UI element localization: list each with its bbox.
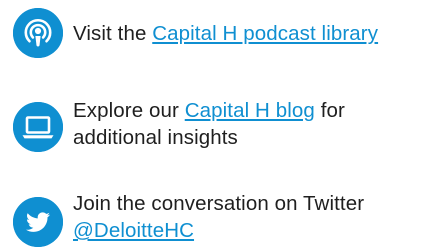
blog-suffix: for — [314, 99, 345, 122]
twitter-line-1: Join the conversation on Twitter — [73, 192, 365, 215]
blog-line-1: Explore our Capital H blog for — [73, 97, 345, 124]
podcast-text: Visit the Capital H podcast library — [73, 20, 378, 47]
twitter-text: Join the conversation on Twitter @Deloit… — [73, 190, 364, 244]
laptop-icon — [13, 102, 63, 152]
podcast-icon — [13, 8, 63, 58]
capital-h-blog-link[interactable]: Capital H blog — [185, 99, 315, 122]
podcast-prefix: Visit the — [73, 22, 153, 45]
podcast-library-link[interactable]: Capital H podcast library — [152, 22, 378, 45]
blog-text: Explore our Capital H blog for additiona… — [73, 97, 345, 151]
deloittehc-twitter-link[interactable]: @DeloitteHC — [73, 219, 194, 242]
blog-prefix: Explore our — [73, 99, 185, 122]
twitter-icon — [13, 197, 63, 247]
blog-line-2: additional insights — [73, 126, 238, 149]
